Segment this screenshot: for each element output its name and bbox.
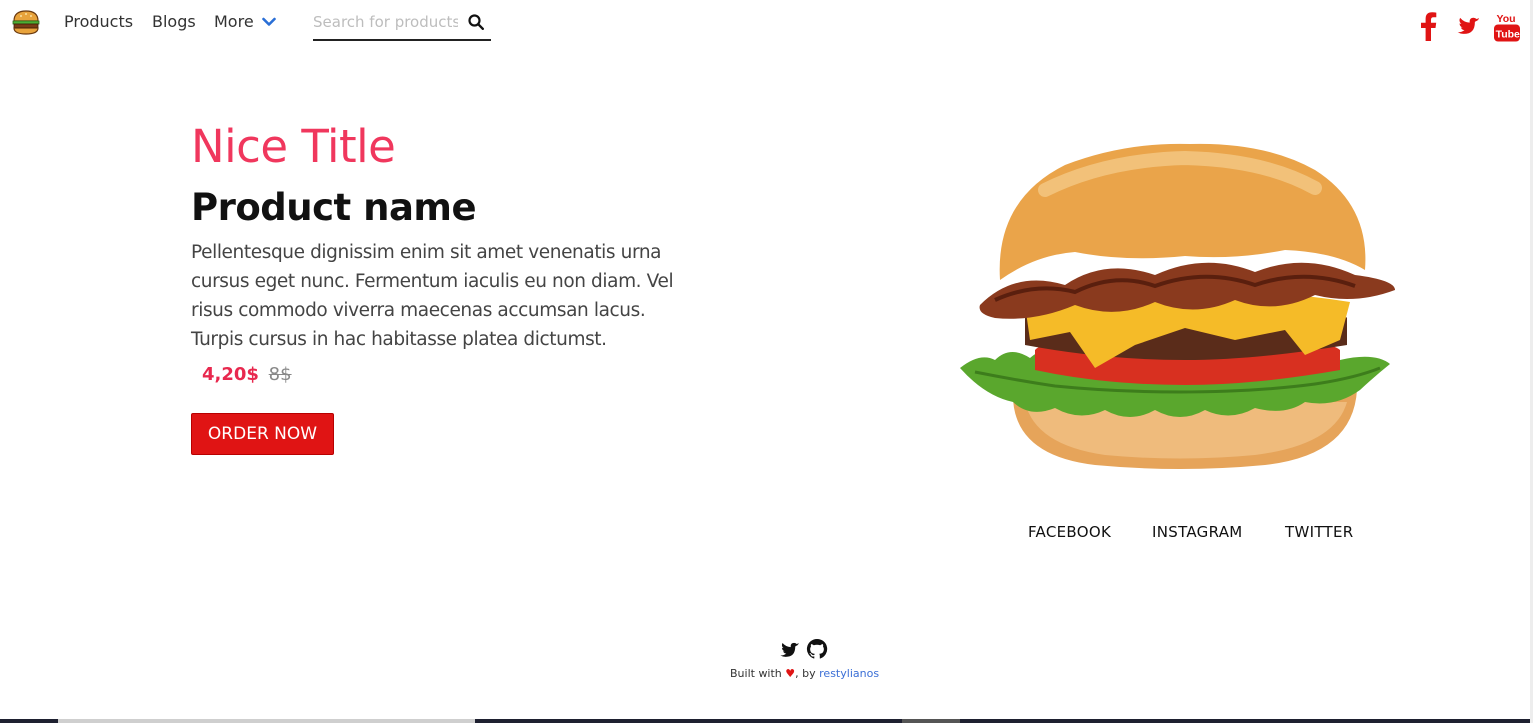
- hero-title: Nice Title: [191, 120, 396, 173]
- heart-icon: ♥: [785, 667, 796, 680]
- price-original: 8$: [268, 364, 292, 385]
- burger-logo-icon[interactable]: [11, 9, 41, 36]
- instagram-link[interactable]: INSTAGRAM: [1152, 523, 1243, 541]
- price-row: 4,20$ 8$: [202, 364, 292, 385]
- facebook-icon[interactable]: [1420, 11, 1437, 41]
- search-input[interactable]: [313, 10, 458, 34]
- footer-credit: Built with ♥, by restylianos: [730, 667, 879, 680]
- bottom-strip-segment: [0, 719, 58, 723]
- product-description: Pellentesque dignissim enim sit amet ven…: [191, 242, 674, 350]
- footer-twitter-icon[interactable]: [779, 640, 800, 658]
- svg-text:You: You: [1497, 13, 1516, 25]
- youtube-icon[interactable]: You Tube: [1493, 11, 1521, 43]
- svg-text:Tube: Tube: [1496, 29, 1520, 41]
- nav-more-dropdown[interactable]: More: [214, 12, 254, 31]
- search-bar: [313, 6, 491, 41]
- author-link[interactable]: restylianos: [819, 667, 879, 680]
- facebook-link[interactable]: FACEBOOK: [1028, 523, 1111, 541]
- bottom-strip-segment: [58, 719, 475, 723]
- bottom-strip-segment: [960, 719, 1530, 723]
- built-with-text: Built with: [730, 667, 782, 680]
- twitter-icon[interactable]: [1452, 14, 1480, 38]
- bottom-strip-segment: [475, 719, 902, 723]
- order-now-button[interactable]: ORDER NOW: [191, 413, 334, 455]
- nav-blogs-link[interactable]: Blogs: [152, 12, 196, 31]
- chevron-down-icon[interactable]: [262, 17, 276, 27]
- nav-products-link[interactable]: Products: [64, 12, 133, 31]
- twitter-link[interactable]: TWITTER: [1285, 523, 1353, 541]
- search-icon[interactable]: [468, 14, 484, 30]
- burger-product-image: [960, 143, 1395, 469]
- by-text: , by: [795, 667, 816, 680]
- product-name: Product name: [191, 186, 477, 229]
- github-icon[interactable]: [806, 638, 828, 660]
- price-current: 4,20$: [202, 364, 259, 385]
- navbar: Products Blogs More You Tube: [0, 0, 1533, 46]
- bottom-strip-segment: [902, 719, 960, 723]
